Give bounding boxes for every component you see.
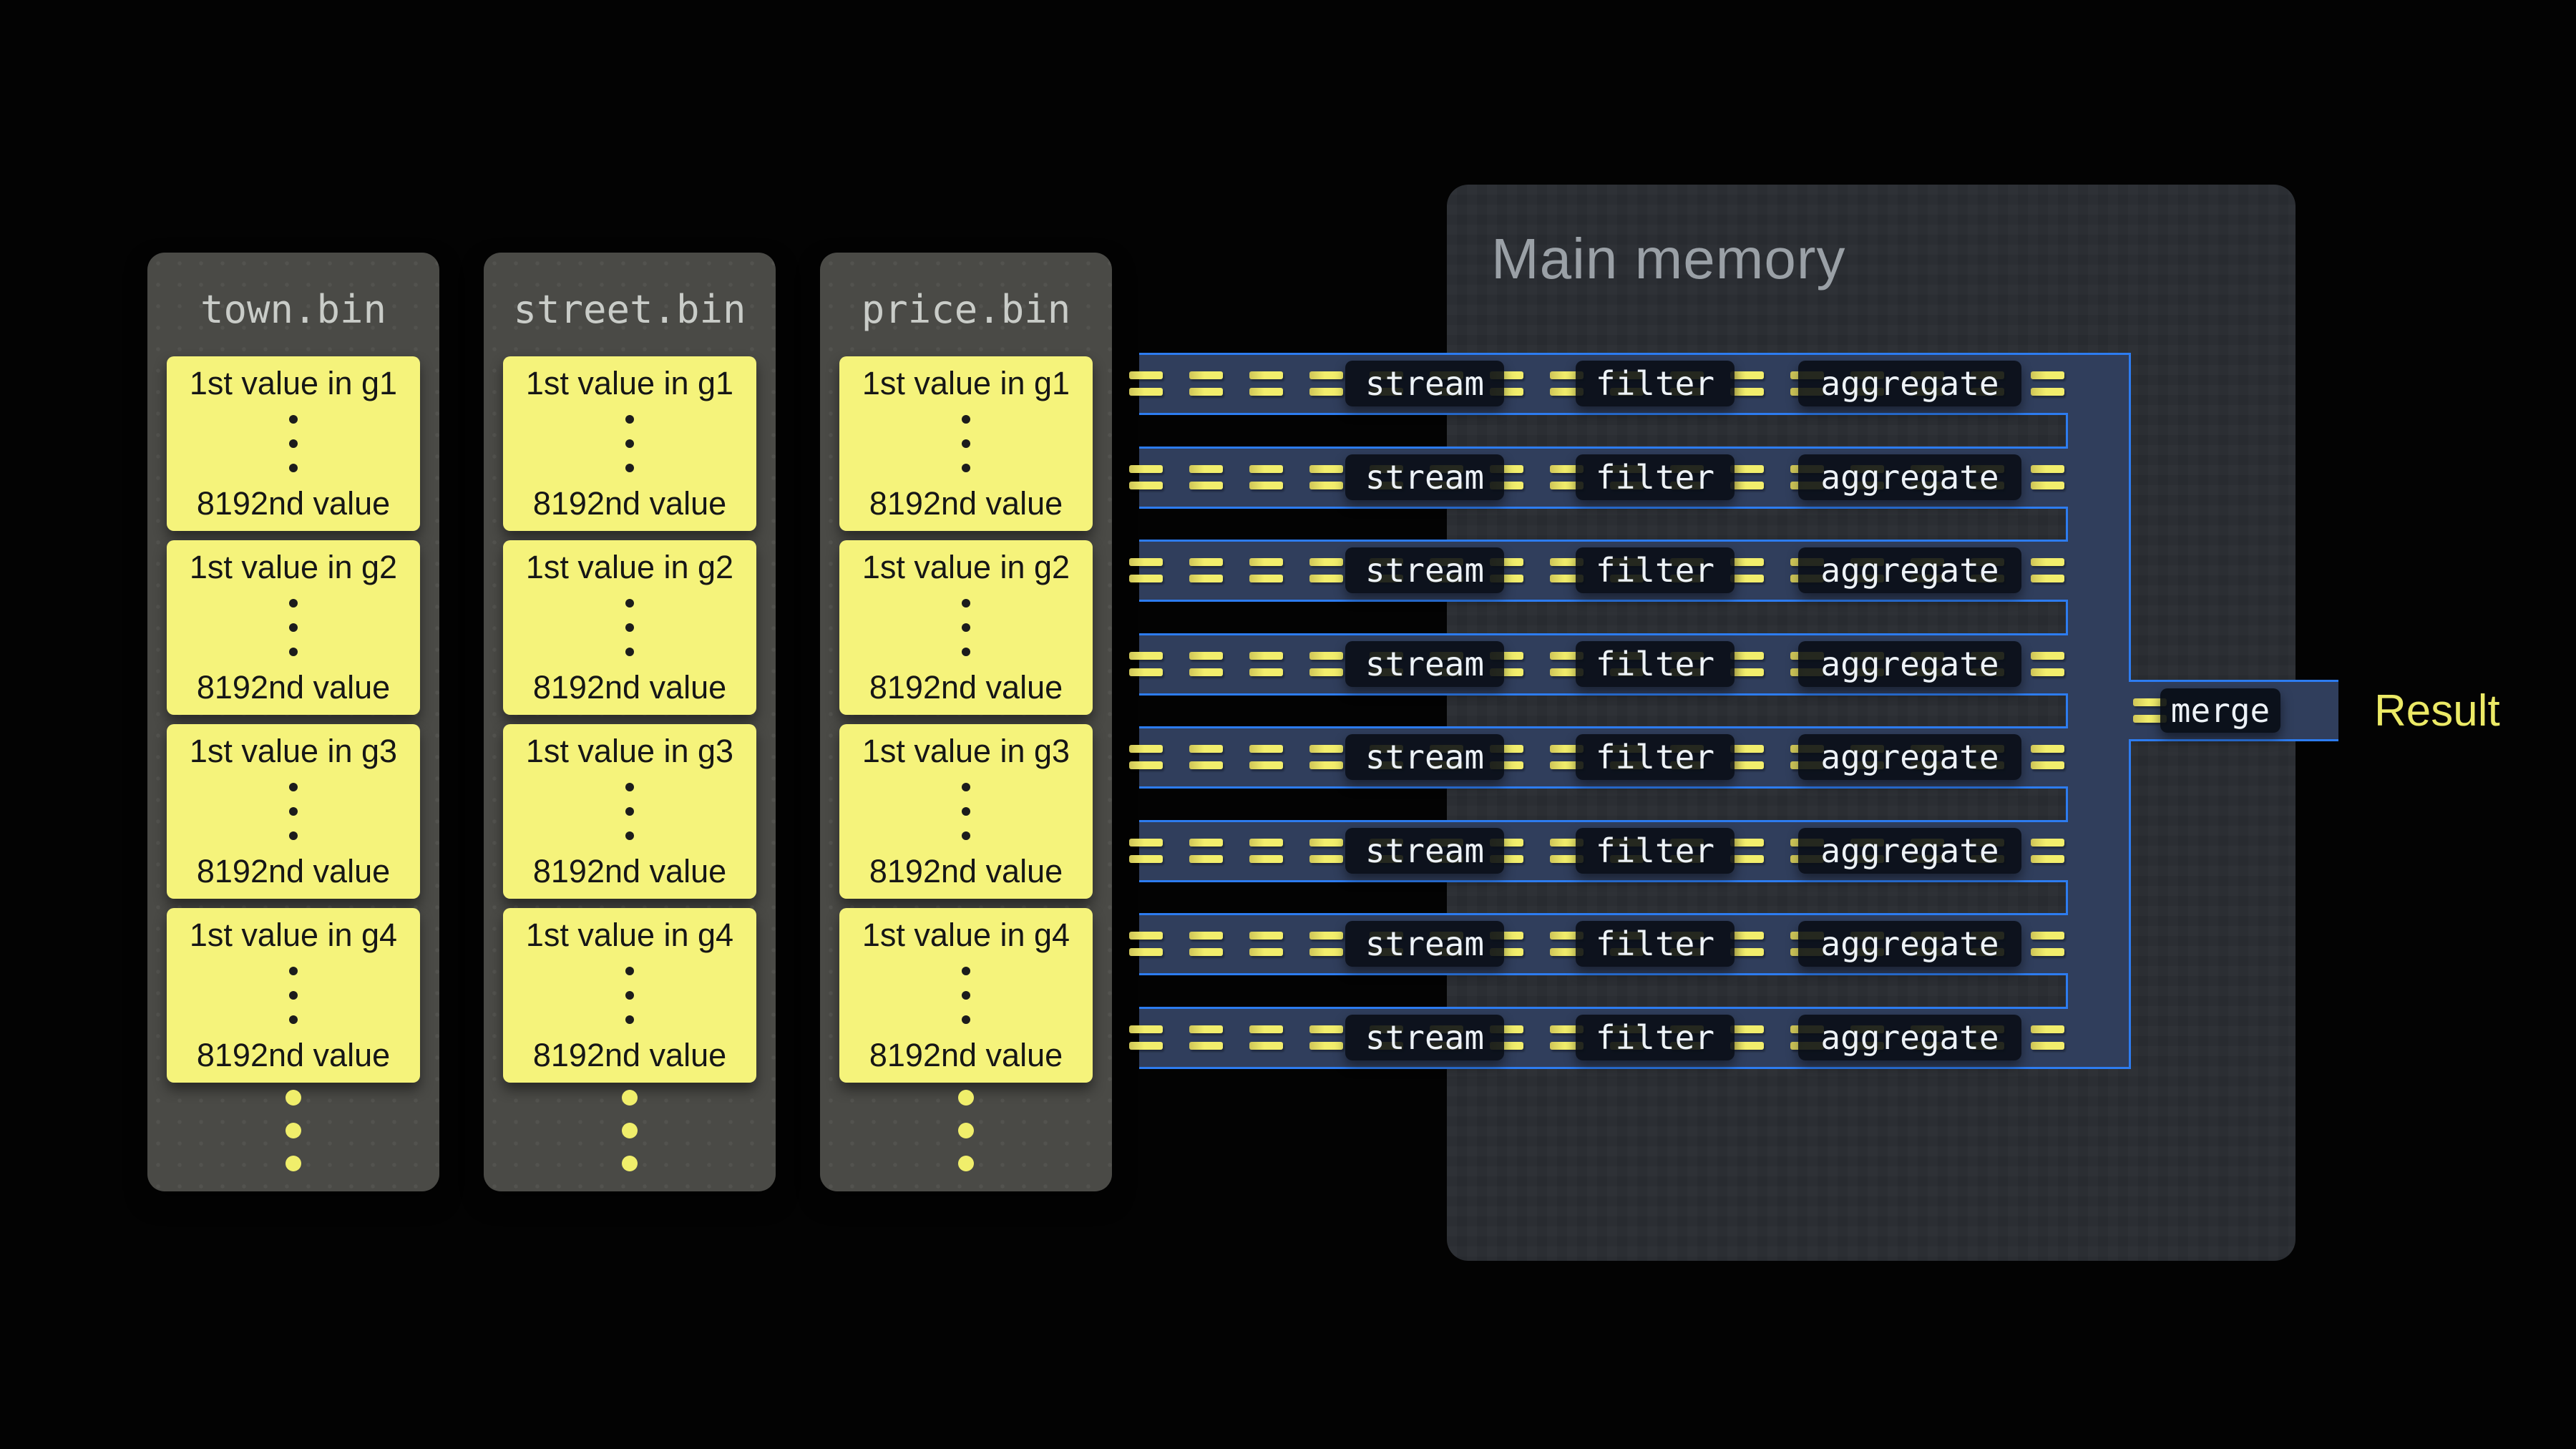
- aggregate-operator: aggregate: [1798, 1015, 2021, 1060]
- aggregate-operator: aggregate: [1798, 547, 2021, 593]
- pipeline-row: stream filter aggregate: [1139, 540, 2068, 602]
- row-gap-end-cap: [2066, 509, 2068, 540]
- row-gap-end-cap: [2066, 975, 2068, 1007]
- aggregate-operator: aggregate: [1798, 921, 2021, 967]
- row-gap-end-cap: [2066, 789, 2068, 820]
- stream-operator: stream: [1345, 454, 1504, 500]
- stream-operator: stream: [1345, 361, 1504, 406]
- stream-operator: stream: [1345, 547, 1504, 593]
- row-gap-end-cap: [2066, 882, 2068, 914]
- filter-operator: filter: [1576, 921, 1735, 967]
- result-label: Result: [2374, 686, 2500, 736]
- stream-operator: stream: [1345, 641, 1504, 687]
- filter-operator: filter: [1576, 734, 1735, 780]
- stream-operator: stream: [1345, 921, 1504, 967]
- merge-connector: merge: [2129, 680, 2338, 741]
- row-gap-end-cap: [2066, 696, 2068, 727]
- pipeline-collector-spine: [2068, 353, 2131, 1069]
- aggregate-operator: aggregate: [1798, 734, 2021, 780]
- aggregate-operator: aggregate: [1798, 361, 2021, 406]
- diagram-canvas: Main memory town.bin 1st value in g1 819…: [0, 0, 2576, 1449]
- pipeline-row: stream filter aggregate: [1139, 1007, 2068, 1069]
- pipeline-row: stream filter aggregate: [1139, 726, 2068, 789]
- row-gap-end-cap: [2066, 415, 2068, 447]
- pipeline-row: stream filter aggregate: [1139, 820, 2068, 882]
- aggregate-operator: aggregate: [1798, 828, 2021, 874]
- filter-operator: filter: [1576, 641, 1735, 687]
- pipeline-row: stream filter aggregate: [1139, 633, 2068, 696]
- filter-operator: filter: [1576, 361, 1735, 406]
- stream-operator: stream: [1345, 734, 1504, 780]
- stream-operator: stream: [1345, 828, 1504, 874]
- merge-operator: merge: [2160, 688, 2280, 733]
- filter-operator: filter: [1576, 1015, 1735, 1060]
- pipeline-row: stream filter aggregate: [1139, 353, 2068, 415]
- filter-operator: filter: [1576, 454, 1735, 500]
- filter-operator: filter: [1576, 828, 1735, 874]
- aggregate-operator: aggregate: [1798, 454, 2021, 500]
- spine-border-segment: [2129, 353, 2131, 680]
- pipeline-layer: merge Result stream filter aggregate str…: [0, 0, 2576, 1449]
- stream-operator: stream: [1345, 1015, 1504, 1060]
- filter-operator: filter: [1576, 547, 1735, 593]
- row-gap-end-cap: [2066, 602, 2068, 633]
- aggregate-operator: aggregate: [1798, 641, 2021, 687]
- pipeline-row: stream filter aggregate: [1139, 913, 2068, 975]
- pipeline-row: stream filter aggregate: [1139, 447, 2068, 509]
- spine-border-segment: [2129, 739, 2131, 1069]
